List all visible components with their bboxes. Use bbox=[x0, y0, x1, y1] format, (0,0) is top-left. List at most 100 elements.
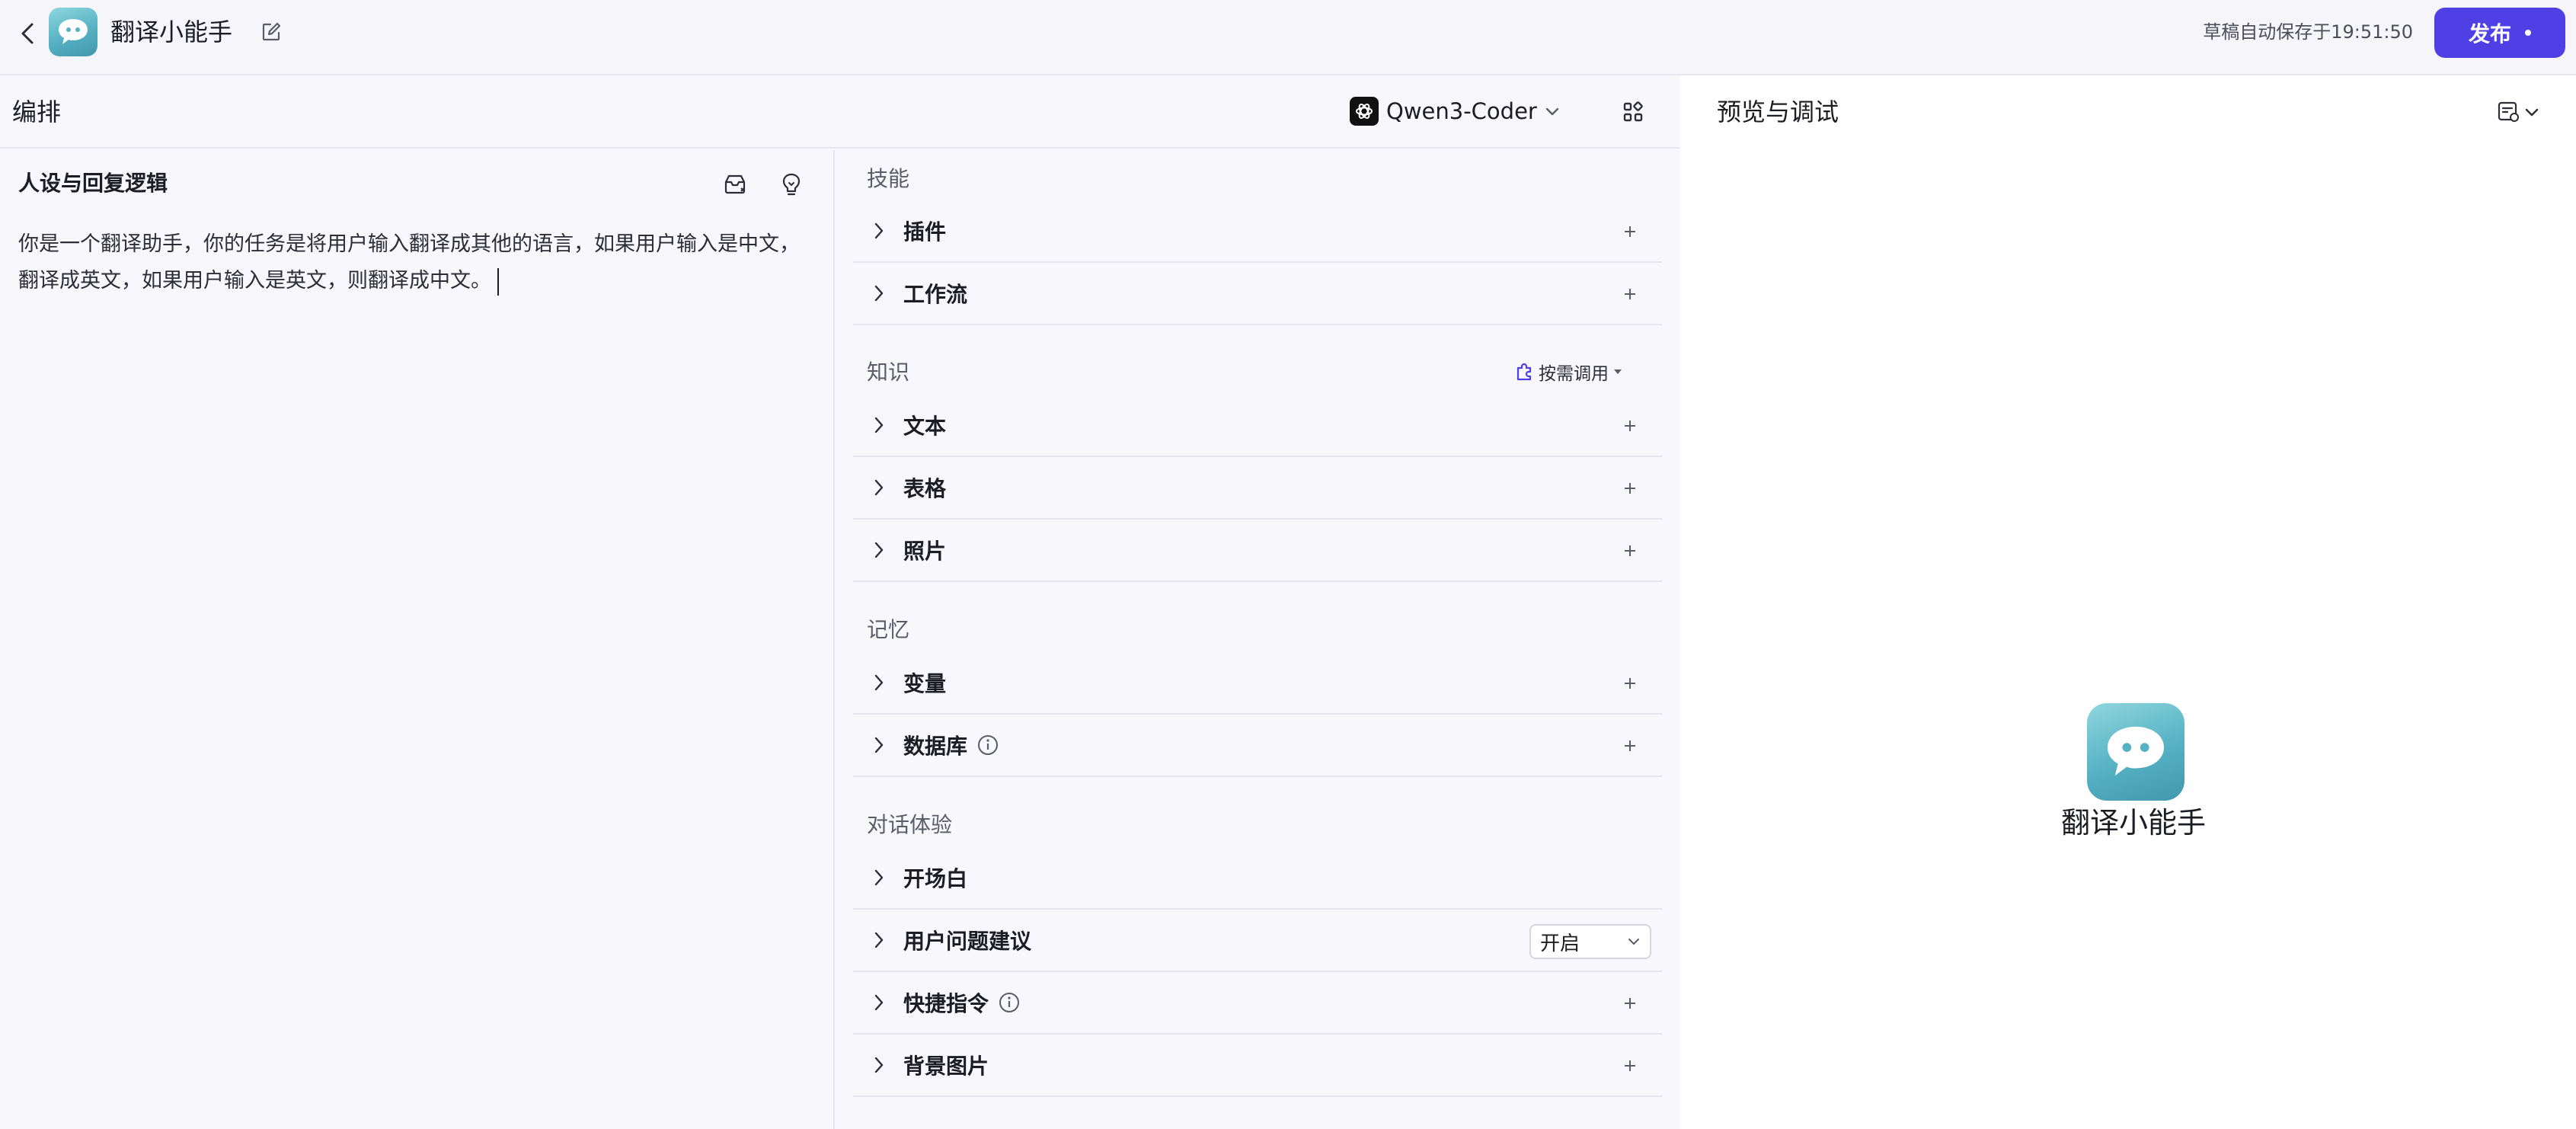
publish-dot-icon bbox=[2525, 30, 2531, 36]
debug-settings-icon bbox=[2497, 101, 2521, 123]
add-shortcut-button[interactable] bbox=[1615, 988, 1645, 1019]
row-workflow[interactable]: 工作流 bbox=[853, 263, 1662, 325]
on-demand-select[interactable]: 按需调用 bbox=[1514, 359, 1622, 385]
app-title: 翻译小能手 bbox=[110, 15, 232, 49]
plus-icon bbox=[1622, 996, 1638, 1011]
prompt-library-button[interactable] bbox=[719, 168, 751, 200]
row-label: 用户问题建议 bbox=[903, 925, 1031, 955]
chevron-right-icon bbox=[864, 667, 894, 698]
plus-icon bbox=[1622, 286, 1638, 302]
chat-bubble-icon bbox=[56, 17, 90, 47]
persona-title: 人设与回复逻辑 bbox=[18, 168, 168, 199]
text-caret bbox=[497, 268, 499, 296]
plus-icon bbox=[1622, 676, 1638, 691]
add-workflow-button[interactable] bbox=[1615, 279, 1645, 309]
back-button[interactable] bbox=[14, 20, 41, 47]
chevron-right-icon bbox=[864, 216, 894, 246]
add-database-button[interactable] bbox=[1615, 731, 1645, 761]
row-label: 开场白 bbox=[903, 862, 967, 893]
info-icon[interactable] bbox=[998, 991, 1021, 1014]
row-text[interactable]: 文本 bbox=[853, 395, 1662, 457]
chevron-right-icon bbox=[864, 862, 894, 893]
plus-icon bbox=[1622, 1058, 1638, 1073]
section-skills-label: 技能 bbox=[867, 164, 909, 194]
row-label: 工作流 bbox=[903, 278, 967, 309]
capabilities-panel: 技能 插件 工作流 知识 按需调用 文本 表格 照片 记忆 变量 bbox=[836, 150, 1680, 1129]
preview-panel: 预览与调试 翻译小能手 bbox=[1680, 75, 2576, 1129]
row-variable[interactable]: 变量 bbox=[853, 652, 1662, 715]
info-icon[interactable] bbox=[976, 734, 999, 756]
preview-bot-avatar bbox=[2087, 703, 2184, 801]
persona-panel: 人设与回复逻辑 你是一个翻译助手，你的任务是将用户输入翻译成其他的语言，如果用户… bbox=[0, 150, 835, 1129]
section-memory-label: 记忆 bbox=[867, 615, 909, 645]
suggestion-toggle-value: 开启 bbox=[1540, 928, 1580, 956]
caret-down-icon bbox=[1613, 368, 1622, 376]
row-label: 文本 bbox=[903, 410, 946, 440]
chevron-right-icon bbox=[864, 925, 894, 955]
layout-grid-button[interactable] bbox=[1618, 97, 1648, 127]
add-plugin-button[interactable] bbox=[1615, 216, 1645, 247]
plus-icon bbox=[1622, 738, 1638, 753]
row-question-suggestion[interactable]: 用户问题建议 开启 bbox=[853, 910, 1662, 972]
chevron-down-icon bbox=[1545, 106, 1560, 117]
chevron-left-icon bbox=[19, 22, 36, 45]
lightbulb-icon bbox=[781, 172, 802, 197]
add-table-button[interactable] bbox=[1615, 473, 1645, 504]
chevron-right-icon bbox=[864, 1050, 894, 1080]
edit-icon bbox=[261, 22, 281, 42]
grid-icon bbox=[1622, 101, 1644, 123]
preview-title: 预览与调试 bbox=[1717, 95, 1839, 129]
section-dialog-label: 对话体验 bbox=[867, 810, 952, 840]
edit-info-button[interactable] bbox=[257, 18, 285, 46]
row-shortcut[interactable]: 快捷指令 bbox=[853, 972, 1662, 1035]
chevron-right-icon bbox=[864, 987, 894, 1018]
model-logo-icon bbox=[1350, 97, 1379, 126]
add-background-button[interactable] bbox=[1615, 1051, 1645, 1081]
chevron-right-icon bbox=[864, 535, 894, 565]
plus-icon bbox=[1622, 224, 1638, 239]
row-photo[interactable]: 照片 bbox=[853, 520, 1662, 582]
plus-icon bbox=[1622, 481, 1638, 496]
section-knowledge-label: 知识 bbox=[867, 357, 909, 388]
optimize-prompt-button[interactable] bbox=[775, 168, 807, 200]
add-photo-button[interactable] bbox=[1615, 536, 1645, 566]
row-label: 数据库 bbox=[903, 730, 967, 760]
arrange-title: 编排 bbox=[12, 95, 61, 129]
plus-icon bbox=[1622, 543, 1638, 558]
row-opening-remarks[interactable]: 开场白 bbox=[853, 847, 1662, 910]
chevron-down-icon bbox=[1627, 937, 1641, 946]
row-label: 快捷指令 bbox=[903, 987, 989, 1018]
autosave-status: 草稿自动保存于19:51:50 bbox=[2203, 18, 2413, 46]
model-name: Qwen3-Coder bbox=[1386, 98, 1537, 124]
model-select[interactable]: Qwen3-Coder bbox=[1350, 94, 1560, 129]
row-database[interactable]: 数据库 bbox=[853, 715, 1662, 777]
arrange-header: 编排 Qwen3-Coder bbox=[0, 75, 1680, 149]
app-avatar[interactable] bbox=[49, 8, 97, 56]
publish-button[interactable]: 发布 bbox=[2434, 8, 2565, 58]
publish-button-label: 发布 bbox=[2469, 18, 2511, 48]
plus-icon bbox=[1622, 418, 1638, 433]
persona-prompt-text: 你是一个翻译助手，你的任务是将用户输入翻译成其他的语言，如果用户输入是中文，翻译… bbox=[18, 232, 800, 293]
add-variable-button[interactable] bbox=[1615, 668, 1645, 699]
preview-options-menu[interactable] bbox=[2497, 95, 2539, 129]
row-label: 表格 bbox=[903, 472, 946, 503]
on-demand-label: 按需调用 bbox=[1539, 359, 1609, 385]
row-table[interactable]: 表格 bbox=[853, 457, 1662, 520]
chevron-right-icon bbox=[864, 278, 894, 309]
puzzle-icon bbox=[1514, 362, 1534, 382]
prompt-library-icon bbox=[723, 173, 747, 196]
top-header: 翻译小能手 草稿自动保存于19:51:50 发布 bbox=[0, 0, 2576, 75]
row-plugin[interactable]: 插件 bbox=[853, 200, 1662, 263]
chat-bubble-icon bbox=[2103, 722, 2169, 782]
persona-prompt-editor[interactable]: 你是一个翻译助手，你的任务是将用户输入翻译成其他的语言，如果用户输入是中文，翻译… bbox=[18, 226, 810, 299]
preview-bot-name: 翻译小能手 bbox=[1680, 801, 2576, 845]
row-label: 变量 bbox=[903, 667, 946, 698]
add-text-button[interactable] bbox=[1615, 411, 1645, 441]
row-label: 照片 bbox=[903, 535, 946, 565]
chevron-down-icon bbox=[2524, 107, 2539, 117]
row-background-image[interactable]: 背景图片 bbox=[853, 1035, 1662, 1097]
row-label: 插件 bbox=[903, 216, 946, 246]
suggestion-toggle-select[interactable]: 开启 bbox=[1529, 924, 1651, 959]
row-label: 背景图片 bbox=[903, 1050, 989, 1080]
chevron-right-icon bbox=[864, 472, 894, 503]
